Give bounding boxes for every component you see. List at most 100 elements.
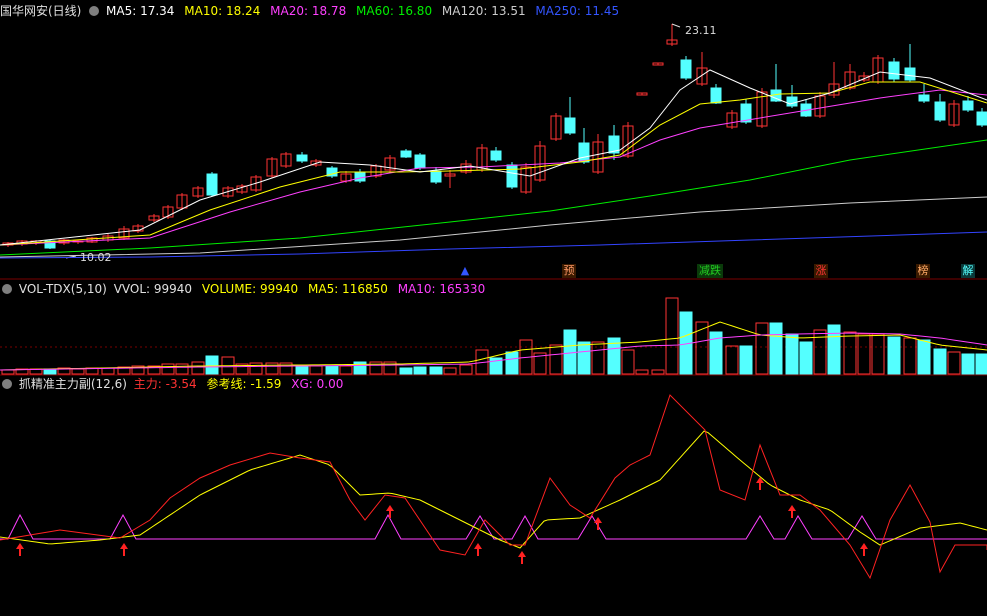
- ma20-value: MA20: 18.78: [270, 4, 347, 18]
- volume-bar: [563, 329, 577, 375]
- volume-bar: [961, 353, 975, 375]
- ma250-value: MA250: 11.45: [535, 4, 620, 18]
- stock-title: 国华网安(日线): [0, 4, 82, 18]
- signal-marker: 榜: [916, 264, 930, 278]
- volume-bar: [1, 369, 15, 375]
- volume-bar: [309, 365, 323, 375]
- volume-bar: [161, 363, 175, 375]
- reference-line-value: 参考线: -1.59: [206, 377, 282, 391]
- arrow-up-icon-head: [518, 551, 526, 557]
- signal-marker: 解: [961, 264, 975, 278]
- candle: [490, 150, 502, 161]
- ma5-value: MA5: 17.34: [106, 4, 175, 18]
- signal-marker: ▲: [460, 264, 470, 277]
- candle: [578, 142, 590, 163]
- candle: [564, 117, 576, 134]
- vol-indicator-name: VOL-TDX(5,10): [18, 282, 107, 296]
- arrow-up-icon: [16, 543, 24, 556]
- volume-bar: [755, 322, 769, 375]
- ma20-line: [0, 89, 987, 246]
- candle: [888, 61, 900, 80]
- volume-value: VOLUME: 99940: [201, 282, 299, 296]
- ma10-line: [0, 81, 987, 246]
- candle: [786, 96, 798, 107]
- reference-line: [0, 430, 987, 549]
- volume-bar: [933, 348, 947, 375]
- arrow-up-icon-head: [386, 505, 394, 511]
- volume-bar: [591, 341, 605, 375]
- volume-bar: [739, 345, 753, 375]
- volume-bar: [71, 368, 85, 375]
- candle: [506, 164, 518, 188]
- volume-bar: [505, 351, 519, 375]
- volume-bar: [917, 339, 931, 375]
- volume-bar: [549, 344, 563, 375]
- vol-ma10-value: MA10: 165330: [397, 282, 486, 296]
- volume-bar: [577, 341, 591, 375]
- arrow-up-icon-head: [788, 505, 796, 511]
- volume-bar: [249, 362, 263, 375]
- candle: [918, 94, 930, 102]
- indicator-name: 抓精准主力副(12,6): [18, 377, 127, 391]
- toggle-icon[interactable]: [2, 379, 12, 389]
- signal-marker: 减跌: [697, 264, 723, 278]
- volume-bar: [205, 355, 219, 375]
- candle: [430, 170, 442, 183]
- candle: [680, 59, 692, 79]
- volume-bar: [399, 367, 413, 375]
- volume-bar: [769, 322, 783, 375]
- volume-bar: [621, 349, 635, 375]
- candle: [206, 173, 218, 196]
- volume-bar: [843, 331, 857, 375]
- volume-bar: [887, 336, 901, 375]
- toggle-icon[interactable]: [89, 6, 100, 16]
- arrow-up-icon: [518, 551, 526, 564]
- candle: [400, 150, 412, 158]
- candle: [904, 67, 916, 81]
- candle: [710, 87, 722, 104]
- arrow-up-icon-head: [756, 477, 764, 483]
- volume-bar: [947, 351, 961, 375]
- volume-bar: [325, 365, 339, 375]
- volume-bar: [857, 333, 871, 375]
- high-marker: [671, 23, 681, 28]
- volume-bar: [459, 364, 473, 375]
- arrow-up-icon: [860, 543, 868, 556]
- arrow-up-icon-head: [594, 517, 602, 523]
- volume-bar: [191, 361, 205, 375]
- arrow-up-icon-head: [120, 543, 128, 549]
- xg-value: XG: 0.00: [291, 377, 344, 391]
- arrow-up-icon: [474, 543, 482, 556]
- signal-marker: 涨: [814, 264, 828, 278]
- ma120-value: MA120: 13.51: [441, 4, 526, 18]
- volume-bar: [295, 365, 309, 375]
- price-chart[interactable]: [0, 18, 987, 280]
- indicator-legend: 抓精准主力副(12,6) 主力: -3.54 参考线: -1.59 XG: 0.…: [0, 375, 349, 393]
- volume-bar: [827, 324, 841, 375]
- indicator-chart[interactable]: [0, 393, 987, 616]
- vol-ma5-value: MA5: 116850: [308, 282, 388, 296]
- candle: [962, 100, 974, 111]
- volume-bar: [651, 369, 665, 375]
- candle: [934, 101, 946, 121]
- arrow-up-icon: [120, 543, 128, 556]
- volume-chart[interactable]: [0, 296, 987, 376]
- ma60-value: MA60: 16.80: [356, 4, 433, 18]
- volume-bar: [799, 341, 813, 375]
- toggle-icon[interactable]: [2, 284, 12, 294]
- volume-bar: [413, 366, 427, 375]
- volume-bar: [353, 361, 367, 375]
- low-price-label: 10.02: [80, 251, 112, 264]
- main-force-value: 主力: -3.54: [133, 377, 197, 391]
- volume-bar: [695, 321, 709, 375]
- volume-bar: [339, 365, 353, 375]
- volume-bar: [635, 369, 649, 375]
- candle: [976, 111, 987, 126]
- volume-bar: [785, 333, 799, 375]
- signal-marker: 预: [562, 264, 576, 278]
- xg-line: [0, 513, 987, 540]
- volume-bar: [975, 353, 987, 375]
- arrow-up-icon: [594, 517, 602, 530]
- volume-bar: [443, 367, 457, 375]
- volume-bar: [265, 362, 279, 375]
